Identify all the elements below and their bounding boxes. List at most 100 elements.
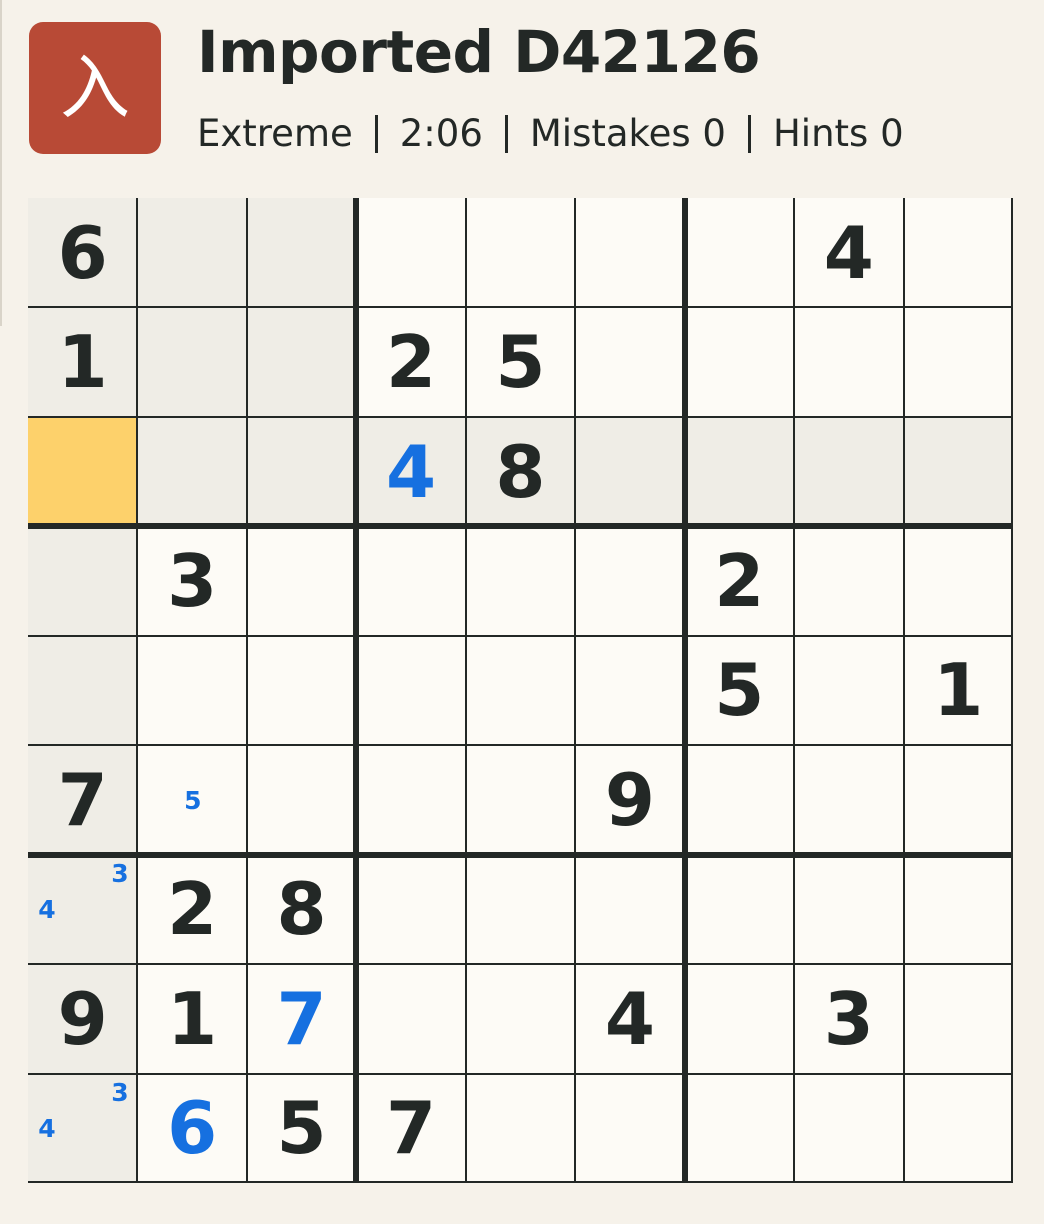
sudoku-cell[interactable]: 9 bbox=[28, 964, 138, 1074]
sudoku-cell[interactable] bbox=[28, 635, 138, 746]
sudoku-cell[interactable] bbox=[685, 745, 794, 854]
given-digit: 8 bbox=[495, 429, 546, 514]
sudoku-cell[interactable] bbox=[466, 964, 575, 1073]
sudoku-cell[interactable]: 4 bbox=[575, 964, 684, 1073]
sudoku-cell[interactable]: 7 bbox=[28, 745, 138, 855]
sudoku-cell[interactable] bbox=[904, 526, 1013, 635]
grid-line-vertical bbox=[136, 198, 139, 1183]
sudoku-cell[interactable] bbox=[247, 526, 356, 635]
sudoku-cell[interactable] bbox=[904, 964, 1013, 1073]
sudoku-cell[interactable] bbox=[246, 198, 357, 308]
sudoku-cell[interactable] bbox=[903, 416, 1013, 527]
grid-line-horizontal bbox=[28, 415, 1013, 418]
grid-line-horizontal bbox=[28, 1072, 1013, 1075]
sudoku-cell[interactable] bbox=[794, 526, 903, 635]
sudoku-cell[interactable] bbox=[356, 636, 465, 745]
sudoku-cell[interactable] bbox=[356, 745, 465, 854]
sudoku-cell[interactable]: 8 bbox=[247, 855, 356, 964]
sudoku-cell[interactable] bbox=[466, 198, 575, 307]
sudoku-cell[interactable] bbox=[356, 964, 465, 1073]
sudoku-cell[interactable] bbox=[904, 745, 1013, 854]
grid-line-vertical bbox=[681, 198, 688, 1183]
sudoku-cell[interactable] bbox=[246, 416, 357, 527]
sudoku-cell[interactable]: 4 bbox=[794, 198, 903, 307]
sudoku-cell[interactable] bbox=[904, 307, 1013, 416]
sudoku-cell[interactable] bbox=[904, 1074, 1013, 1183]
sudoku-cell[interactable]: 7 bbox=[356, 1074, 465, 1183]
given-digit: 5 bbox=[495, 320, 546, 405]
sudoku-cell[interactable] bbox=[466, 526, 575, 635]
sudoku-cell[interactable] bbox=[137, 198, 247, 308]
sudoku-cell[interactable] bbox=[794, 416, 904, 527]
sudoku-cell[interactable]: 1 bbox=[137, 964, 246, 1073]
sudoku-cell[interactable] bbox=[466, 636, 575, 745]
sudoku-cell[interactable] bbox=[794, 636, 903, 745]
sudoku-cell[interactable] bbox=[685, 855, 794, 964]
sudoku-cell[interactable]: 1 bbox=[28, 307, 138, 417]
grid-line-vertical bbox=[793, 198, 796, 1183]
sudoku-cell[interactable] bbox=[137, 307, 247, 417]
grid-line-vertical bbox=[245, 198, 248, 1183]
sudoku-cell[interactable]: 5 bbox=[466, 307, 575, 416]
grid-line-horizontal bbox=[28, 851, 1013, 858]
sudoku-cell[interactable] bbox=[247, 745, 356, 854]
sudoku-cell[interactable]: 6 bbox=[137, 1074, 246, 1183]
sudoku-cell[interactable] bbox=[466, 1074, 575, 1183]
sudoku-cell[interactable]: 4 bbox=[356, 416, 466, 527]
sudoku-cell[interactable]: 9 bbox=[575, 745, 684, 854]
sudoku-cell[interactable]: 6 bbox=[28, 198, 138, 308]
sudoku-cell[interactable] bbox=[356, 855, 465, 964]
sudoku-cell[interactable]: 2 bbox=[685, 526, 794, 635]
given-digit: 4 bbox=[823, 210, 874, 295]
sudoku-cell[interactable] bbox=[575, 1074, 684, 1183]
puzzle-title: Imported D42126 bbox=[197, 18, 761, 86]
sudoku-cell[interactable] bbox=[685, 964, 794, 1073]
sudoku-cell[interactable] bbox=[575, 855, 684, 964]
sudoku-cell[interactable] bbox=[575, 198, 684, 307]
given-digit: 9 bbox=[604, 757, 655, 842]
sudoku-cell[interactable] bbox=[794, 745, 903, 854]
sudoku-cell[interactable] bbox=[247, 636, 356, 745]
sudoku-cell[interactable] bbox=[575, 526, 684, 635]
sudoku-cell[interactable] bbox=[684, 416, 795, 527]
sudoku-cell[interactable] bbox=[28, 526, 138, 636]
sudoku-cell[interactable]: 3 bbox=[137, 526, 246, 635]
sudoku-cell[interactable] bbox=[246, 307, 357, 417]
sudoku-cell[interactable] bbox=[575, 307, 684, 416]
app-logo-icon: 入 bbox=[29, 22, 161, 154]
sudoku-cell[interactable] bbox=[466, 855, 575, 964]
sudoku-cell[interactable] bbox=[904, 198, 1013, 307]
sudoku-cell[interactable] bbox=[685, 307, 794, 416]
sudoku-cell[interactable] bbox=[685, 198, 794, 307]
given-digit: 9 bbox=[57, 976, 108, 1061]
sudoku-cell[interactable] bbox=[137, 416, 247, 527]
given-digit: 7 bbox=[385, 1086, 437, 1171]
sudoku-cell[interactable] bbox=[794, 855, 903, 964]
status-bar: Extreme 2:06 Mistakes 0 Hints 0 bbox=[197, 112, 904, 155]
sudoku-cell[interactable]: 8 bbox=[465, 416, 576, 527]
sudoku-cell[interactable]: 1 bbox=[904, 636, 1013, 745]
status-divider bbox=[747, 114, 751, 153]
sudoku-cell[interactable] bbox=[794, 307, 903, 416]
sudoku-cell[interactable] bbox=[575, 636, 684, 745]
given-digit: 5 bbox=[276, 1086, 327, 1171]
sudoku-cell[interactable] bbox=[575, 416, 685, 527]
sudoku-cell[interactable]: 5 bbox=[247, 1074, 356, 1183]
mistakes-counter: Mistakes 0 bbox=[529, 112, 726, 155]
sudoku-cell[interactable]: 3 bbox=[794, 964, 903, 1073]
sudoku-cell[interactable] bbox=[685, 1074, 794, 1183]
entered-digit: 7 bbox=[276, 976, 327, 1061]
sudoku-cell[interactable] bbox=[466, 745, 575, 854]
sudoku-cell[interactable]: 7 bbox=[247, 964, 356, 1073]
sudoku-cell[interactable] bbox=[137, 636, 246, 745]
sudoku-cell[interactable] bbox=[356, 526, 465, 635]
sudoku-cell[interactable] bbox=[904, 855, 1013, 964]
sudoku-cell[interactable]: 2 bbox=[356, 307, 465, 416]
sudoku-cell[interactable] bbox=[356, 198, 465, 307]
sudoku-cell[interactable] bbox=[794, 1074, 903, 1183]
sudoku-cell[interactable] bbox=[28, 416, 138, 527]
grid-line-vertical bbox=[1011, 198, 1013, 1183]
given-digit: 1 bbox=[167, 976, 218, 1061]
sudoku-cell[interactable]: 5 bbox=[685, 636, 794, 745]
sudoku-cell[interactable]: 2 bbox=[137, 855, 246, 964]
